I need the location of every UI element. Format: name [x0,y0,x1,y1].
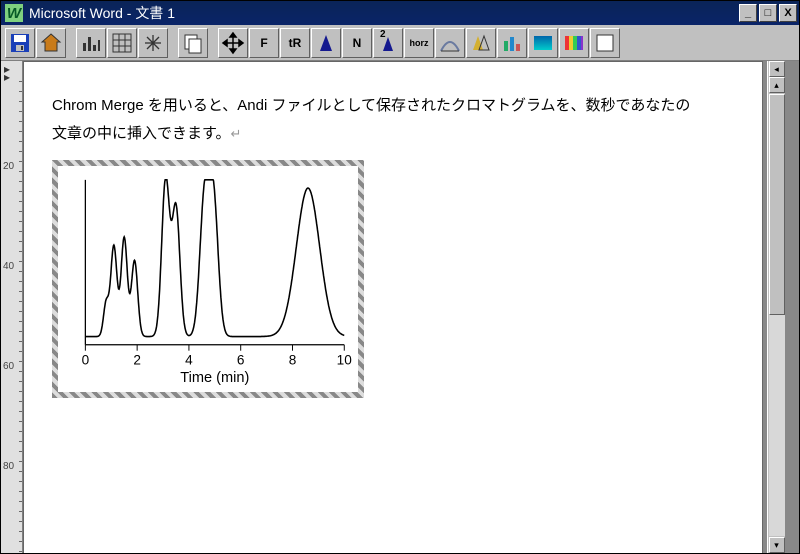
tr-icon[interactable]: tR [280,28,310,58]
ruler-tick: 40 [3,261,14,272]
toolbar: FtR N2horz [1,25,799,61]
burst-icon[interactable] [138,28,168,58]
body-line-1: Chrom Merge を用いると、Andi ファイルとして保存されたクロマトグ… [52,97,690,114]
svg-text:0: 0 [82,352,90,367]
scroll-track[interactable] [769,94,785,536]
vertical-scrollbar[interactable]: ◂ ▴ ▾ [767,61,785,553]
curve-icon[interactable] [435,28,465,58]
home-icon[interactable] [36,28,66,58]
scroll-prev-icon[interactable]: ◂ [769,61,785,77]
bold-icon[interactable]: F [249,28,279,58]
vertical-ruler: ▸▸ 20 40 60 80 [1,61,23,553]
move-icon[interactable] [218,28,248,58]
ruler-tick: 80 [3,461,14,472]
peak-icon[interactable] [311,28,341,58]
workspace: ▸▸ 20406080 Chrom Merge を用いると、Andi ファイルと… [1,61,799,553]
svg-text:6: 6 [237,352,245,367]
svg-text:4: 4 [185,352,193,367]
paragraph-mark-icon: ↵ [231,126,242,141]
margin-marker-icon: ▸▸ [4,65,10,81]
rainbow-icon[interactable] [559,28,589,58]
document-area: Chrom Merge を用いると、Andi ファイルとして保存されたクロマトグ… [23,61,799,553]
scroll-down-icon[interactable]: ▾ [769,537,785,553]
bars-icon[interactable] [76,28,106,58]
svg-text:8: 8 [289,352,297,367]
maximize-button[interactable]: □ [759,4,777,22]
chromatogram-plot: 0 2 4 6 8 10 Time (min) [62,170,354,388]
body-text: Chrom Merge を用いると、Andi ファイルとして保存されたクロマトグ… [52,92,734,148]
chromatogram-frame[interactable]: 0 2 4 6 8 10 Time (min) [52,160,364,398]
page[interactable]: Chrom Merge を用いると、Andi ファイルとして保存されたクロマトグ… [23,61,763,553]
save-icon[interactable] [5,28,35,58]
svg-text:10: 10 [337,352,353,367]
window-title: Microsoft Word - 文書 1 [29,3,175,23]
copy-icon[interactable] [178,28,208,58]
svg-text:Time (min): Time (min) [180,370,249,386]
noise-icon[interactable]: N [342,28,372,58]
peak2-icon[interactable]: 2 [373,28,403,58]
blank-icon[interactable] [590,28,620,58]
svg-text:2: 2 [133,352,141,367]
close-button[interactable]: X [779,4,797,22]
ruler-tick: 20 [3,161,14,172]
scroll-up-icon[interactable]: ▴ [769,77,785,93]
titlebar: W Microsoft Word - 文書 1 _ □ X [1,1,799,25]
bar-graph-icon[interactable] [497,28,527,58]
ruler-tick: 60 [3,361,14,372]
body-line-2: 文章の中に挿入できます。 [52,125,231,142]
gradient-icon[interactable] [528,28,558,58]
minimize-button[interactable]: _ [739,4,757,22]
overlay-icon[interactable] [466,28,496,58]
word-logo-icon: W [5,4,23,22]
grid-icon[interactable] [107,28,137,58]
app-window: W Microsoft Word - 文書 1 _ □ X FtRN2horz … [0,0,800,554]
horz-icon[interactable]: horz [404,28,434,58]
scroll-thumb[interactable] [769,94,785,315]
